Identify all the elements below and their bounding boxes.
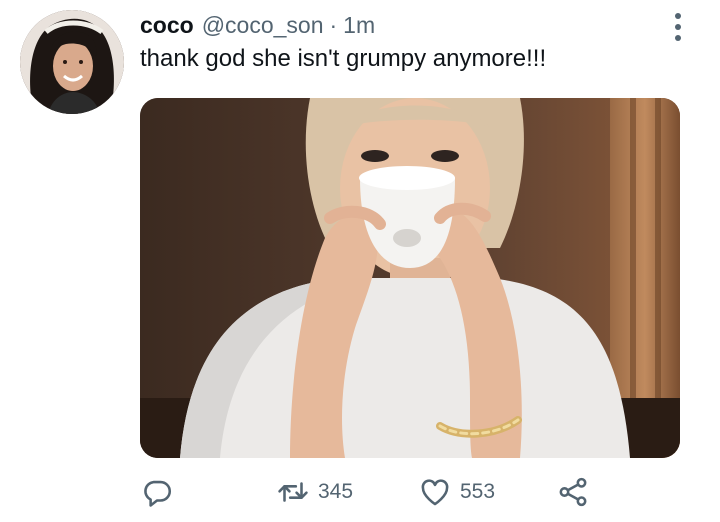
more-vertical-icon <box>675 13 681 19</box>
photo-illustration <box>140 98 680 458</box>
avatar[interactable] <box>20 10 124 114</box>
avatar-image <box>20 10 124 114</box>
tweet-text: thank god she isn't grumpy anymore!!! <box>140 45 547 72</box>
retweet-count: 345 <box>318 480 354 503</box>
header-separator: · <box>329 12 338 38</box>
share-button[interactable] <box>556 474 590 510</box>
share-icon <box>559 477 587 507</box>
user-handle[interactable]: @coco_son <box>202 12 324 39</box>
like-button[interactable]: 553 <box>418 474 495 510</box>
more-vertical-icon-dot <box>675 24 681 30</box>
more-button[interactable] <box>664 10 692 44</box>
display-name[interactable]: coco <box>140 12 194 39</box>
timestamp[interactable]: 1m <box>343 12 375 39</box>
reply-icon <box>144 480 172 507</box>
reply-button[interactable] <box>140 474 174 510</box>
tweet-header: coco @coco_son · 1m <box>140 12 375 42</box>
heart-icon <box>421 479 449 506</box>
tweet-media-photo[interactable] <box>140 98 680 458</box>
like-count: 553 <box>460 480 496 503</box>
tweet[interactable]: coco @coco_son · 1m thank god she isn't … <box>0 0 720 522</box>
retweet-icon <box>278 482 308 502</box>
more-vertical-icon-dot <box>675 35 681 41</box>
tweet-actions: 345 553 <box>140 474 600 510</box>
retweet-button[interactable]: 345 <box>276 474 353 510</box>
